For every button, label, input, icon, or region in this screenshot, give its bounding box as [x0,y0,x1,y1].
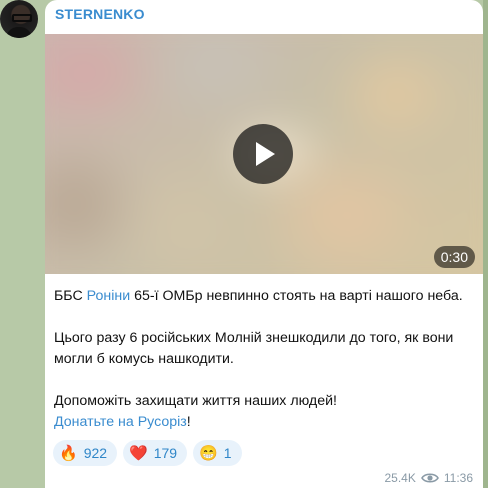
text-span: 65-ї ОМБр невпинно стоять на варті нашог… [130,288,463,304]
channel-avatar[interactable] [0,0,38,38]
fire-icon: 🔥 [59,444,78,462]
message-paragraph-2: Цього разу 6 російських Молній знешкодил… [54,330,454,367]
video-preview[interactable]: 0:30 [45,34,483,274]
eye-icon [420,473,439,483]
ronin-link[interactable]: Роніни [87,288,130,304]
message-text: ББС Роніни 65-ї ОМБр невпинно стоять на … [54,286,474,433]
play-button[interactable] [233,124,293,184]
message-meta: 25.4K 11:36 [385,471,474,485]
reaction-fire[interactable]: 🔥 922 [53,440,118,466]
glasses-shape [12,14,32,22]
reaction-count: 1 [223,445,232,461]
message-paragraph-1: ББС Роніни 65-ї ОМБр невпинно стоять на … [54,286,474,307]
message-time: 11:36 [443,471,473,485]
channel-name[interactable]: STERNENKO [55,6,145,22]
reaction-heart[interactable]: ❤️ 179 [123,440,188,466]
message-bubble: STERNENKO 0:30 ББС Роніни 65-ї ОМБр невп… [45,0,483,488]
donate-link[interactable]: Донатьте на Русоріз [54,414,187,430]
grin-icon: 😁 [199,444,218,462]
reaction-count: 922 [83,445,108,461]
reactions-bar: 🔥 922 ❤️ 179 😁 1 [53,440,242,466]
reaction-grin[interactable]: 😁 1 [193,440,242,466]
play-icon [256,142,275,166]
video-duration: 0:30 [433,246,475,268]
heart-icon: ❤️ [129,444,148,462]
text-span: ! [186,414,191,430]
message-paragraph-4: Донатьте на Русоріз! [54,412,474,433]
window-edge [483,0,488,488]
views-count: 25.4K [384,471,416,485]
message-paragraph-3: Допоможіть захищати життя наших людей! [54,393,337,409]
shirt-shape [6,27,32,38]
text-span: ББС [54,288,87,304]
reaction-count: 179 [153,445,178,461]
